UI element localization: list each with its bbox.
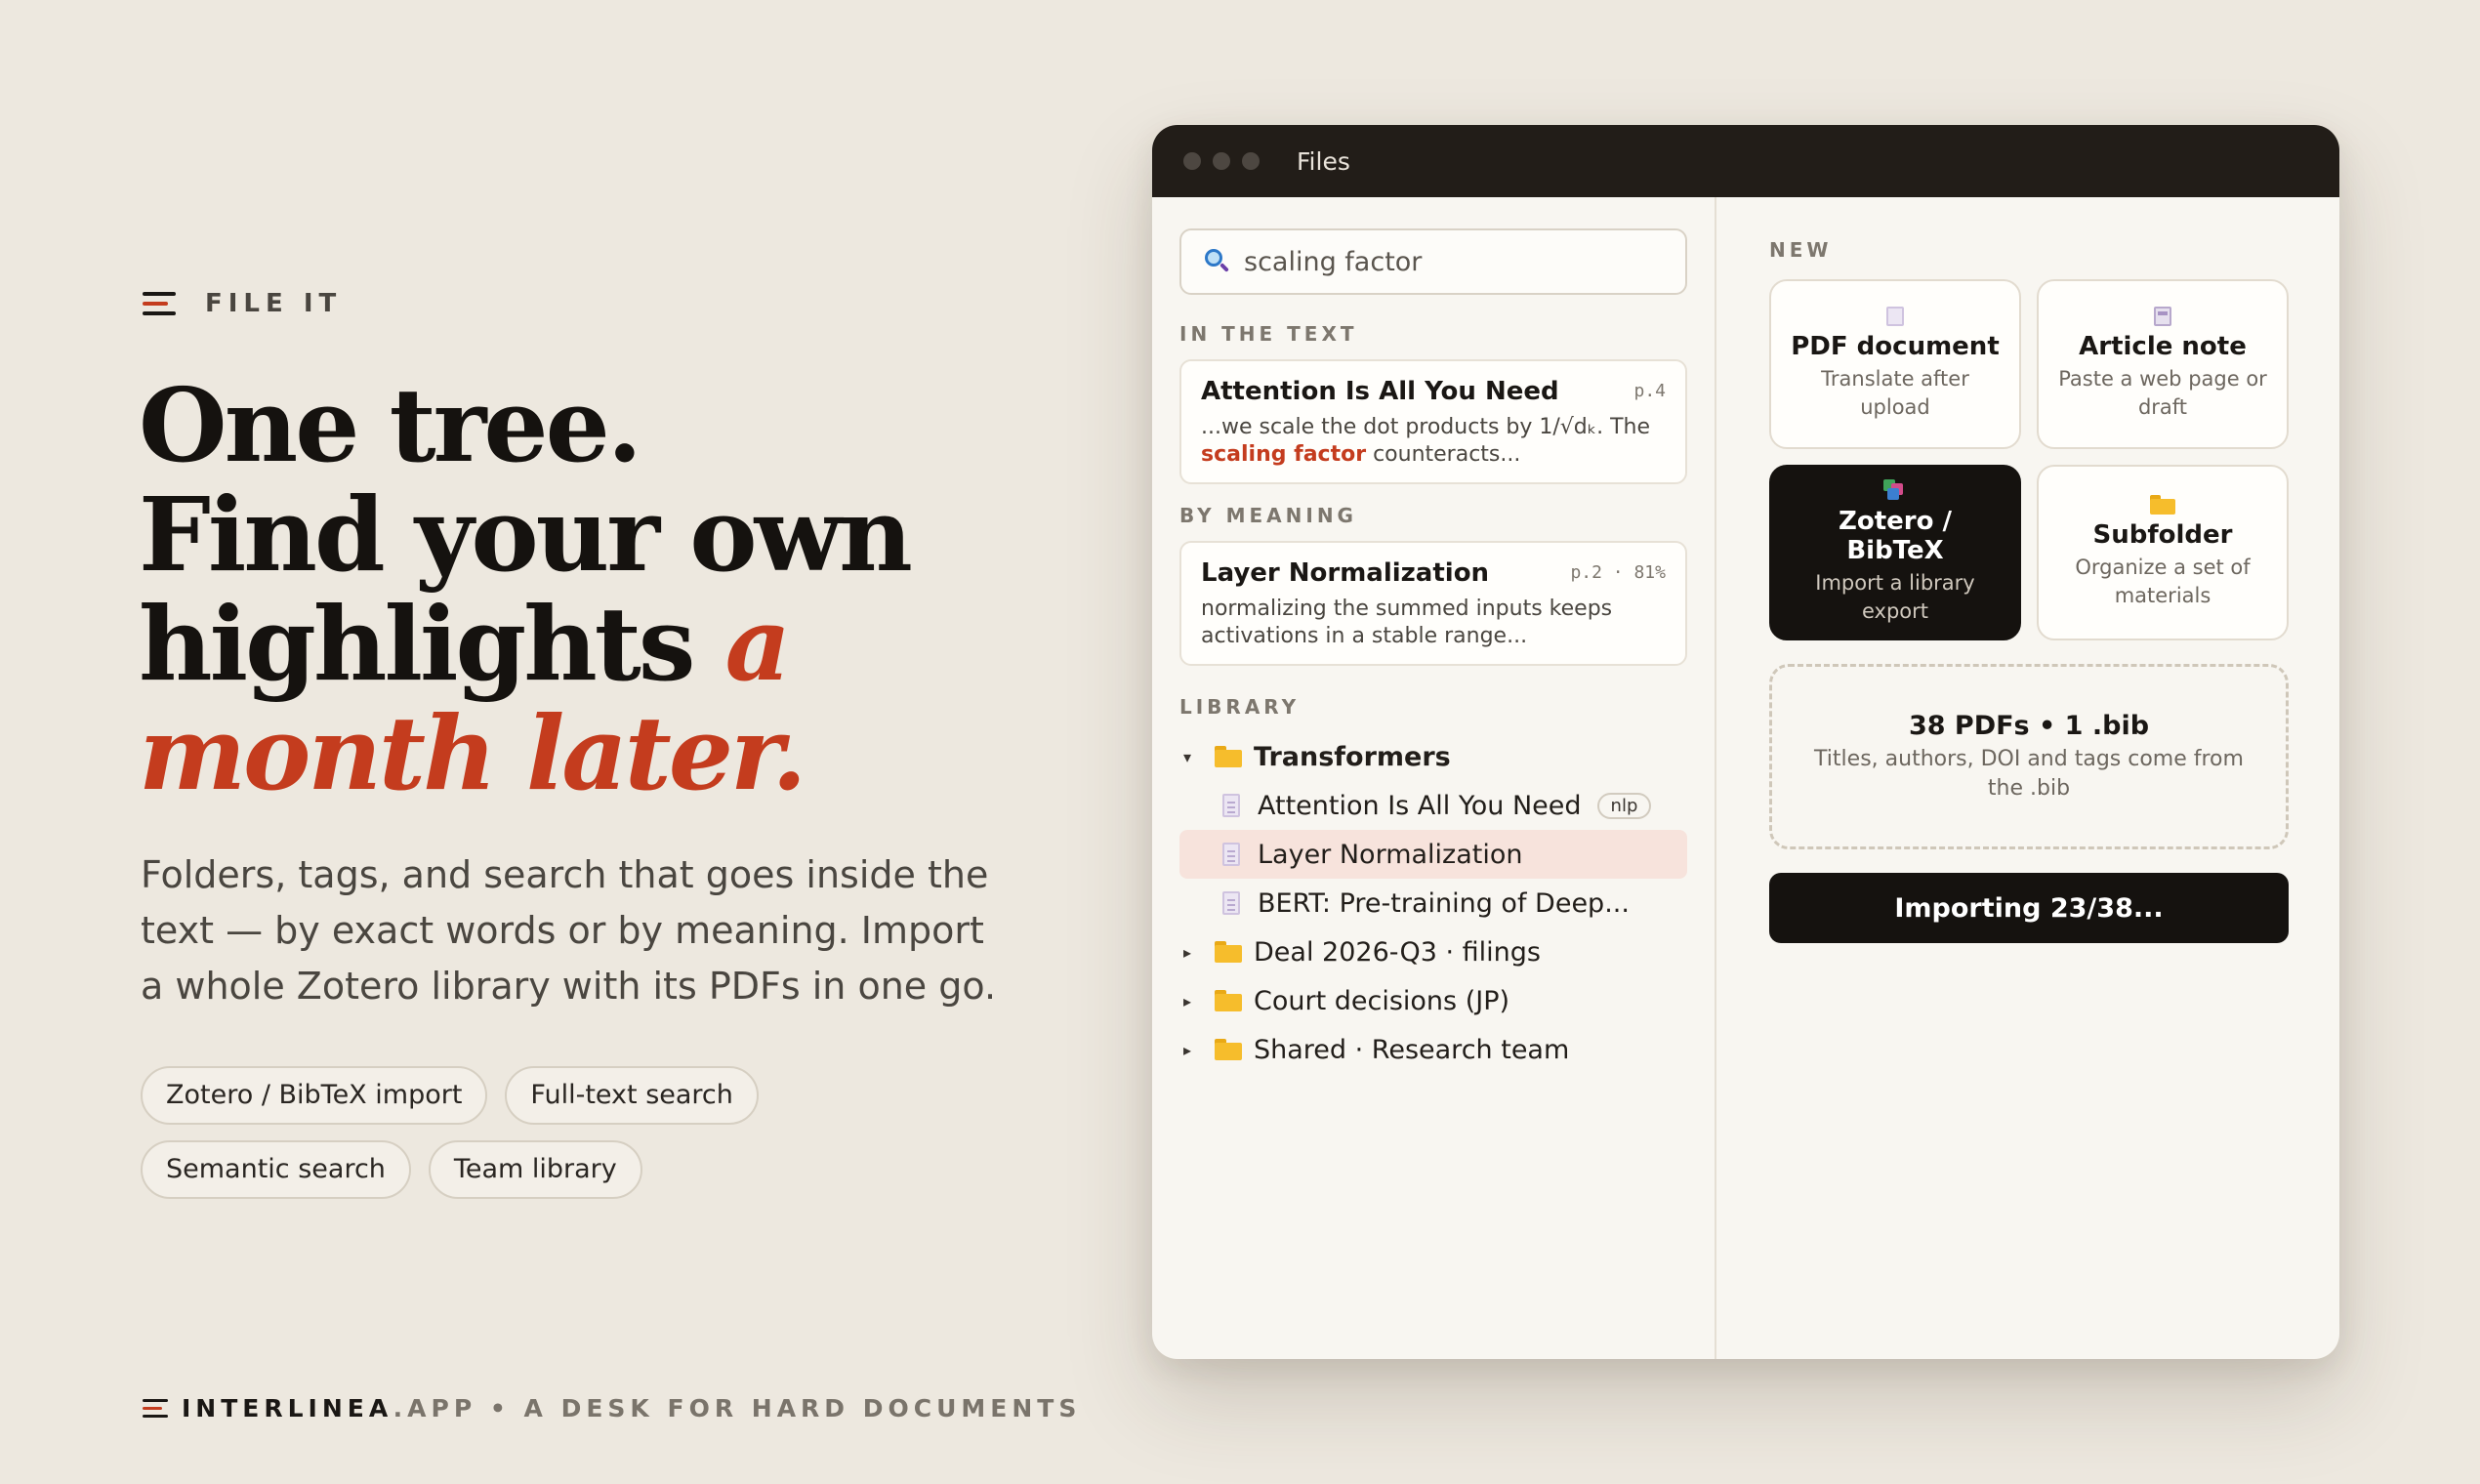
tree-doc[interactable]: Attention Is All You Need nlp xyxy=(1179,781,1687,830)
tree-folder[interactable]: ▸ Court decisions (JP) xyxy=(1179,976,1687,1025)
lede: Folders, tags, and search that goes insi… xyxy=(141,853,997,1008)
footer: INTERLINEA.APP • A DESK FOR HARD DOCUMEN… xyxy=(143,1394,1081,1422)
footer-text: INTERLINEA.APP • A DESK FOR HARD DOCUMEN… xyxy=(182,1394,1081,1422)
new-pane: NEW PDF document Translate after upload … xyxy=(1718,197,2339,1359)
caret-right-icon[interactable]: ▸ xyxy=(1183,1041,1203,1059)
tree-folder[interactable]: ▸ Shared · Research team xyxy=(1179,1025,1687,1074)
window-minimize-dot[interactable] xyxy=(1213,152,1230,170)
tile-subtitle: Organize a set of materials xyxy=(2075,556,2251,607)
result-page: p.4 xyxy=(1633,381,1666,401)
headline-accent-2: month later. xyxy=(139,693,806,813)
result-snippet: ...we scale the dot products by 1/√dₖ. T… xyxy=(1201,415,1651,467)
tile-subtitle: Import a library export xyxy=(1815,571,1975,623)
tile-title: Article note xyxy=(2079,332,2247,361)
import-progress-button[interactable]: Importing 23/38... xyxy=(1769,873,2289,943)
headline: One tree. Find your own highlights a mon… xyxy=(139,371,1017,808)
caret-right-icon[interactable]: ▸ xyxy=(1183,943,1203,962)
tile-title: Subfolder xyxy=(2092,520,2233,550)
footer-tld: .APP xyxy=(393,1394,477,1422)
caret-down-icon[interactable]: ▾ xyxy=(1183,748,1203,766)
folder-label: Court decisions (JP) xyxy=(1254,985,1510,1016)
search-icon xyxy=(1205,249,1230,274)
result-snippet: normalizing the summed inputs keeps acti… xyxy=(1201,597,1613,648)
new-article-note-tile[interactable]: Article note Paste a web page or draft xyxy=(2037,279,2289,449)
tree-folder[interactable]: ▸ Deal 2026-Q3 · filings xyxy=(1179,928,1687,976)
match-highlight: scaling factor xyxy=(1201,442,1367,467)
folder-label: Deal 2026-Q3 · filings xyxy=(1254,936,1541,968)
headline-line-1: One tree. xyxy=(139,365,642,485)
by-meaning-label: BY MEANING xyxy=(1179,504,1357,527)
new-zotero-tile[interactable]: Zotero / BibTeX Import a library export xyxy=(1769,465,2021,640)
window-title: Files xyxy=(1297,146,1350,176)
import-dropzone[interactable]: 38 PDFs • 1 .bib Titles, authors, DOI an… xyxy=(1769,664,2289,849)
chip-zotero-import[interactable]: Zotero / BibTeX import xyxy=(141,1066,488,1125)
doc-label: Layer Normalization xyxy=(1258,839,1523,870)
tag-badge[interactable]: nlp xyxy=(1596,792,1652,819)
logo-lines-icon xyxy=(143,1398,168,1420)
headline-line-3: highlights xyxy=(139,584,695,704)
tile-title: Zotero / BibTeX xyxy=(1838,507,1952,565)
window-close-dot[interactable] xyxy=(1183,152,1201,170)
tile-title: PDF document xyxy=(1791,332,2000,361)
chip-team-library[interactable]: Team library xyxy=(428,1140,642,1199)
brand: FILE IT xyxy=(143,289,342,318)
search-value[interactable]: scaling factor xyxy=(1244,247,1422,277)
document-icon xyxy=(1222,794,1240,817)
headline-line-2: Find your own xyxy=(139,474,913,595)
folder-icon xyxy=(1215,1039,1242,1060)
logo-lines-icon xyxy=(143,290,176,317)
dropzone-subtitle: Titles, authors, DOI and tags come from … xyxy=(1814,746,2244,801)
zotero-icon xyxy=(1883,479,1907,501)
new-pdf-tile[interactable]: PDF document Translate after upload xyxy=(1769,279,2021,449)
folder-label: Shared · Research team xyxy=(1254,1034,1570,1065)
pdf-doc-icon xyxy=(1886,307,1904,326)
note-icon xyxy=(2154,307,2171,326)
footer-tagline: • A DESK FOR HARD DOCUMENTS xyxy=(476,1394,1082,1422)
chip-full-text-search[interactable]: Full-text search xyxy=(505,1066,759,1125)
files-window: Files scaling factor IN THE TEXT Attenti… xyxy=(1152,125,2339,1359)
doc-label: Attention Is All You Need xyxy=(1258,790,1582,821)
document-icon xyxy=(1222,891,1240,915)
tree-doc[interactable]: BERT: Pre-training of Deep... xyxy=(1179,879,1687,928)
library-tree: ▾ Transformers Attention Is All You Need… xyxy=(1179,732,1687,1074)
search-input[interactable]: scaling factor xyxy=(1179,228,1687,295)
result-title: Attention Is All You Need xyxy=(1201,377,1559,406)
tree-doc-selected[interactable]: Layer Normalization xyxy=(1179,830,1687,879)
tile-subtitle: Paste a web page or draft xyxy=(2058,367,2267,419)
folder-icon xyxy=(1215,941,1242,963)
new-subfolder-tile[interactable]: Subfolder Organize a set of materials xyxy=(2037,465,2289,640)
result-page-score: p.2 · 81% xyxy=(1570,562,1666,583)
folder-label: Transformers xyxy=(1254,741,1451,772)
folder-icon xyxy=(1215,746,1242,767)
folder-icon xyxy=(1215,990,1242,1011)
document-icon xyxy=(1222,843,1240,866)
new-label: NEW xyxy=(1769,238,1833,262)
library-label: LIBRARY xyxy=(1179,695,1301,719)
doc-label: BERT: Pre-training of Deep... xyxy=(1258,887,1630,919)
caret-right-icon[interactable]: ▸ xyxy=(1183,992,1203,1010)
footer-domain[interactable]: INTERLINEA xyxy=(182,1394,393,1422)
text-result-card[interactable]: Attention Is All You Need p.4 ...we scal… xyxy=(1179,359,1687,484)
in-text-label: IN THE TEXT xyxy=(1179,322,1358,346)
new-tiles: PDF document Translate after upload Arti… xyxy=(1769,279,2289,640)
titlebar: Files xyxy=(1152,125,2339,197)
headline-accent-1: a xyxy=(724,584,791,704)
tree-folder-transformers[interactable]: ▾ Transformers xyxy=(1179,732,1687,781)
tile-subtitle: Translate after upload xyxy=(1821,367,1969,419)
search-pane: scaling factor IN THE TEXT Attention Is … xyxy=(1152,197,1716,1359)
chip-semantic-search[interactable]: Semantic search xyxy=(141,1140,411,1199)
window-zoom-dot[interactable] xyxy=(1242,152,1260,170)
semantic-result-card[interactable]: Layer Normalization p.2 · 81% normalizin… xyxy=(1179,541,1687,666)
brand-name: FILE IT xyxy=(205,289,343,318)
dropzone-title: 38 PDFs • 1 .bib xyxy=(1908,710,2150,741)
feature-chips: Zotero / BibTeX import Full-text search … xyxy=(141,1066,1019,1199)
folder-icon xyxy=(2150,495,2175,515)
